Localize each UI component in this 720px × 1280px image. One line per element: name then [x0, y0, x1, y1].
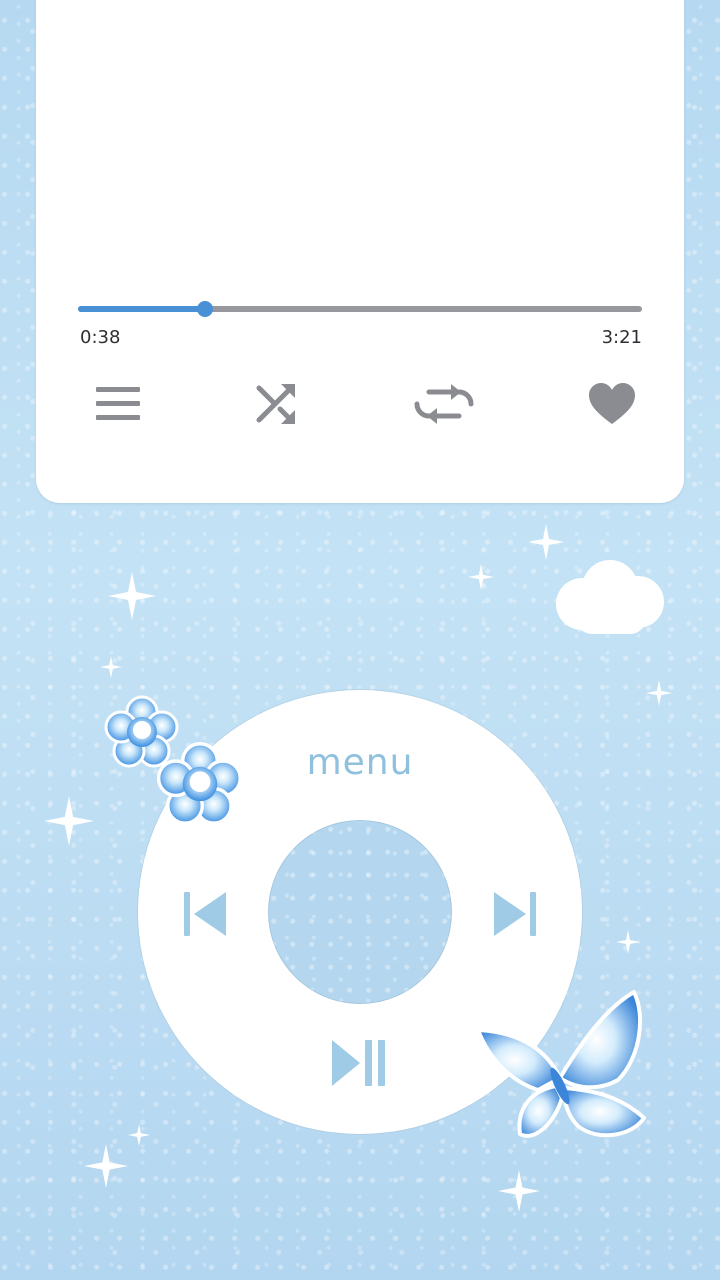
queue-list-icon	[96, 387, 140, 420]
play-pause-icon[interactable]	[330, 1038, 390, 1088]
sparkle-icon	[646, 680, 672, 706]
repeat-button[interactable]	[412, 372, 476, 436]
sparkle-icon	[616, 930, 640, 954]
progress-fill	[78, 306, 205, 312]
shuffle-button[interactable]	[245, 372, 309, 436]
cloud-icon	[556, 560, 664, 634]
total-time: 3:21	[601, 327, 642, 348]
elapsed-time: 0:38	[80, 327, 121, 348]
sparkle-icon	[108, 572, 156, 620]
sparkle-icon	[100, 656, 122, 678]
heart-icon	[589, 383, 635, 424]
repeat-icon	[414, 384, 474, 424]
progress-knob[interactable]	[196, 301, 213, 317]
queue-button[interactable]	[86, 372, 150, 436]
butterfly-icon	[476, 990, 646, 1138]
center-select-button[interactable]	[268, 820, 452, 1004]
sparkle-icon	[498, 1170, 540, 1212]
sparkle-icon	[44, 796, 94, 846]
player-card: 0:38 3:21	[36, 0, 684, 503]
sparkle-icon	[84, 1144, 128, 1188]
sparkle-icon	[128, 1124, 150, 1146]
skip-previous-icon[interactable]	[182, 890, 228, 938]
sparkle-icon	[528, 524, 564, 560]
shuffle-icon	[256, 384, 295, 424]
sparkle-icon	[468, 564, 494, 590]
skip-next-icon[interactable]	[492, 890, 538, 938]
flower-icon	[156, 742, 242, 825]
favorite-button[interactable]	[580, 372, 644, 436]
progress-track[interactable]	[78, 301, 642, 317]
